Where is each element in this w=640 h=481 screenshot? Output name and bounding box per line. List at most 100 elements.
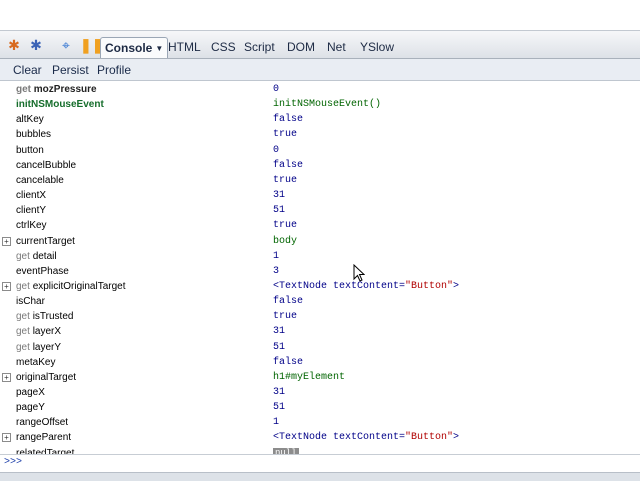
firebug-bug-blue-icon[interactable]: ✱ — [28, 37, 44, 53]
property-row[interactable]: metaKey false — [0, 355, 640, 370]
property-name-text: isChar — [16, 296, 45, 307]
property-value[interactable]: initNSMouseEvent() — [273, 97, 381, 112]
expand-toggle-icon[interactable]: + — [2, 433, 11, 442]
property-row[interactable]: ctrlKey true — [0, 218, 640, 233]
property-row[interactable]: get mozPressure 0 — [0, 82, 640, 97]
command-line[interactable]: >>> — [0, 454, 640, 472]
property-row[interactable]: + rangeParent <TextNode textContent="Butto… — [0, 430, 640, 445]
getter-prefix: get — [16, 84, 31, 95]
property-name: get isTrusted — [16, 309, 73, 324]
property-name-text: layerY — [32, 342, 62, 353]
property-row[interactable]: cancelable true — [0, 173, 640, 188]
tab-dom[interactable]: DOM — [282, 37, 320, 57]
node-prefix: <TextNode textContent= — [273, 432, 406, 443]
property-row[interactable]: + currentTarget body — [0, 234, 640, 249]
tab-console[interactable]: Console ▼ — [100, 37, 169, 58]
expand-toggle-icon[interactable]: + — [2, 282, 11, 291]
tab-yslow[interactable]: YSlow — [355, 37, 399, 57]
profile-button[interactable]: Profile — [97, 62, 131, 78]
property-name-text: metaKey — [16, 357, 56, 368]
property-row[interactable]: altKey false — [0, 112, 640, 127]
command-prompt: >>> — [4, 457, 23, 468]
property-name: get layerY — [16, 340, 61, 355]
pause-icon[interactable]: ❚❚ — [80, 37, 103, 53]
property-name: pageY — [16, 400, 45, 415]
property-name-text: cancelable — [16, 175, 64, 186]
property-value[interactable]: <TextNode textContent="Button"> — [273, 279, 459, 294]
property-row[interactable]: get layerX 31 — [0, 324, 640, 339]
property-name: isChar — [16, 294, 45, 309]
property-row[interactable]: rangeOffset 1 — [0, 415, 640, 430]
expand-toggle-icon[interactable]: + — [2, 373, 11, 382]
property-name-text: ctrlKey — [16, 220, 47, 231]
getter-prefix: get — [16, 342, 30, 353]
property-value: true — [273, 175, 298, 186]
property-row[interactable]: get layerY 51 — [0, 340, 640, 355]
property-name: altKey — [16, 112, 44, 127]
property-name-text: currentTarget — [16, 236, 75, 247]
tab-html[interactable]: HTML — [163, 37, 206, 57]
property-name: cancelable — [16, 173, 64, 188]
property-name: relatedTarget — [16, 446, 74, 454]
property-row[interactable]: pageY 51 — [0, 400, 640, 415]
property-row[interactable]: relatedTarget null — [0, 446, 640, 454]
property-row[interactable]: + get explicitOriginalTarget <TextNode tex… — [0, 279, 640, 294]
property-value: 51 — [273, 342, 286, 353]
firebug-bug-icon[interactable]: ✱ — [6, 37, 22, 53]
property-row[interactable]: isChar false — [0, 294, 640, 309]
property-row[interactable]: initNSMouseEvent initNSMouseEvent() — [0, 97, 640, 112]
property-name-text: pageY — [16, 402, 45, 413]
property-name: rangeOffset — [16, 415, 68, 430]
property-value: true — [273, 220, 298, 231]
property-row[interactable]: bubbles true — [0, 127, 640, 142]
clear-button[interactable]: Clear — [13, 62, 42, 78]
property-row[interactable]: button 0 — [0, 143, 640, 158]
tab-net[interactable]: Net — [322, 37, 351, 57]
console-subtoolbar: Clear Persist Profile — [0, 59, 640, 81]
mouse-cursor-icon — [353, 264, 365, 282]
property-row[interactable]: pageX 31 — [0, 385, 640, 400]
tab-console-label: Console — [105, 41, 153, 55]
getter-prefix: get — [16, 326, 30, 337]
property-value: 1 — [273, 251, 280, 262]
firebug-toolbar: ✱ ✱ ⌖ ❚❚ Console ▼ HTML CSS Script DOM Ne… — [0, 30, 640, 59]
property-value[interactable]: body — [273, 234, 297, 249]
persist-button[interactable]: Persist — [52, 62, 89, 78]
property-value: true — [273, 129, 298, 140]
property-name-text: initNSMouseEvent — [16, 99, 104, 110]
property-value: 51 — [273, 402, 286, 413]
property-name: get detail — [16, 249, 57, 264]
property-row[interactable]: cancelBubble false — [0, 158, 640, 173]
property-row[interactable]: clientY 51 — [0, 203, 640, 218]
property-name-text: eventPhase — [16, 266, 69, 277]
node-text-content: "Button" — [405, 432, 454, 443]
property-name-text: button — [16, 145, 44, 156]
property-name-text: rangeOffset — [16, 417, 69, 428]
property-name: rangeParent — [16, 430, 71, 445]
property-row[interactable]: get detail 1 — [0, 249, 640, 264]
property-value: false — [273, 160, 304, 171]
expand-toggle-icon[interactable]: + — [2, 237, 11, 246]
property-value[interactable]: <TextNode textContent="Button"> — [273, 430, 459, 445]
tab-script[interactable]: Script — [239, 37, 280, 57]
property-value: 51 — [273, 205, 286, 216]
property-value: true — [273, 311, 298, 322]
property-name: cancelBubble — [16, 158, 76, 173]
inspect-icon[interactable]: ⌖ — [58, 37, 74, 53]
property-name: ctrlKey — [16, 218, 47, 233]
property-name: get explicitOriginalTarget — [16, 279, 126, 294]
property-name: bubbles — [16, 127, 51, 142]
property-name-text: originalTarget — [16, 372, 77, 383]
property-value: 31 — [273, 387, 286, 398]
property-name: originalTarget — [16, 370, 76, 385]
property-row[interactable]: + originalTarget h1#myElement — [0, 370, 640, 385]
property-name: clientY — [16, 203, 46, 218]
tab-css[interactable]: CSS — [206, 37, 241, 57]
property-value: 31 — [273, 190, 286, 201]
property-row[interactable]: get isTrusted true — [0, 309, 640, 324]
property-row[interactable]: eventPhase 3 — [0, 264, 640, 279]
property-value[interactable]: h1#myElement — [273, 370, 345, 385]
window-top-area — [0, 0, 640, 30]
property-row[interactable]: clientX 31 — [0, 188, 640, 203]
property-name: clientX — [16, 188, 46, 203]
